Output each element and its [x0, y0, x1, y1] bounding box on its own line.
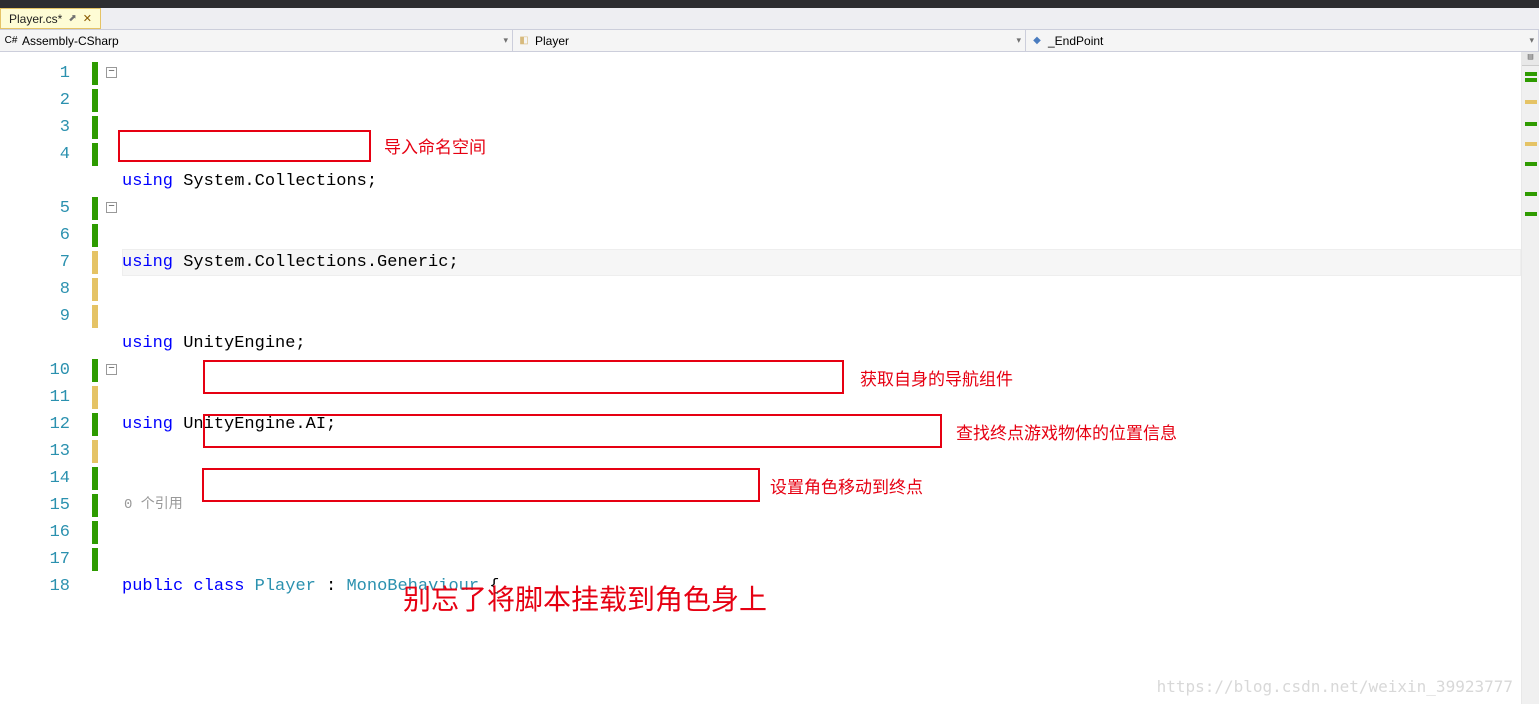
project-name: Assembly-CSharp	[22, 34, 119, 48]
close-icon[interactable]: ✕	[83, 12, 92, 25]
annotation-big: 别忘了将脚本挂载到角色身上	[403, 586, 767, 613]
tab-bar: Player.cs* ⬈ ✕	[0, 8, 1539, 30]
line-number: 8	[0, 276, 70, 303]
split-icon[interactable]: ▤	[1522, 52, 1539, 66]
line-number: 4	[0, 141, 70, 168]
annotation-box	[202, 468, 760, 502]
line-number: 12	[0, 411, 70, 438]
code-line: using UnityEngine;	[122, 330, 1521, 357]
navigation-bar: C# Assembly-CSharp ▾ ◧ Player ▾ ◆ _EndPo…	[0, 30, 1539, 52]
vertical-scrollbar[interactable]: ▤	[1521, 52, 1539, 704]
line-number-gutter: 1 2 3 4 5 6 7 8 9 10 11 12 13 14 15 16 1…	[0, 52, 90, 704]
line-number: 18	[0, 573, 70, 600]
chevron-down-icon: ▾	[1016, 35, 1021, 46]
line-number: 5	[0, 195, 70, 222]
window-titlebar	[0, 0, 1539, 8]
line-number: 9	[0, 303, 70, 330]
class-icon: ◧	[517, 34, 531, 48]
field-icon: ◆	[1030, 34, 1044, 48]
class-name: Player	[535, 34, 569, 48]
annotation-box	[203, 360, 844, 394]
member-dropdown[interactable]: ◆ _EndPoint ▾	[1026, 30, 1539, 51]
annotation-box	[203, 414, 942, 448]
chevron-down-icon: ▾	[1529, 35, 1534, 46]
line-number: 14	[0, 465, 70, 492]
code-line: using System.Collections;	[122, 168, 1521, 195]
tab-filename: Player.cs*	[9, 12, 62, 26]
member-name: _EndPoint	[1048, 34, 1103, 48]
project-dropdown[interactable]: C# Assembly-CSharp ▾	[0, 30, 513, 51]
annotation-text: 获取自身的导航组件	[860, 366, 1013, 393]
change-marker-column	[90, 52, 104, 704]
watermark: https://blog.csdn.net/weixin_39923777	[1157, 673, 1513, 700]
code-line: using System.Collections.Generic;	[122, 249, 1521, 276]
annotation-text: 查找终点游戏物体的位置信息	[956, 420, 1177, 447]
line-number: 13	[0, 438, 70, 465]
line-number: 15	[0, 492, 70, 519]
annotation-box	[118, 130, 371, 162]
annotation-text: 导入命名空间	[384, 134, 486, 161]
chevron-down-icon: ▾	[503, 35, 508, 46]
csharp-project-icon: C#	[4, 34, 18, 48]
fold-toggle[interactable]: −	[106, 67, 117, 78]
code-area[interactable]: using System.Collections; using System.C…	[122, 52, 1521, 704]
fold-toggle[interactable]: −	[106, 364, 117, 375]
annotation-text: 设置角色移动到终点	[770, 474, 923, 501]
file-tab-player[interactable]: Player.cs* ⬈ ✕	[0, 8, 101, 29]
line-number: 2	[0, 87, 70, 114]
line-number: 10	[0, 357, 70, 384]
line-number: 16	[0, 519, 70, 546]
line-number	[0, 330, 70, 357]
class-dropdown[interactable]: ◧ Player ▾	[513, 30, 1026, 51]
line-number: 11	[0, 384, 70, 411]
code-editor[interactable]: 1 2 3 4 5 6 7 8 9 10 11 12 13 14 15 16 1…	[0, 52, 1539, 704]
code-line: public class Player : MonoBehaviour {	[122, 573, 1521, 600]
line-number: 7	[0, 249, 70, 276]
pin-icon[interactable]: ⬈	[68, 13, 76, 24]
line-number: 1	[0, 60, 70, 87]
line-number: 3	[0, 114, 70, 141]
line-number	[0, 168, 70, 195]
line-number: 17	[0, 546, 70, 573]
line-number: 6	[0, 222, 70, 249]
fold-toggle[interactable]: −	[106, 202, 117, 213]
